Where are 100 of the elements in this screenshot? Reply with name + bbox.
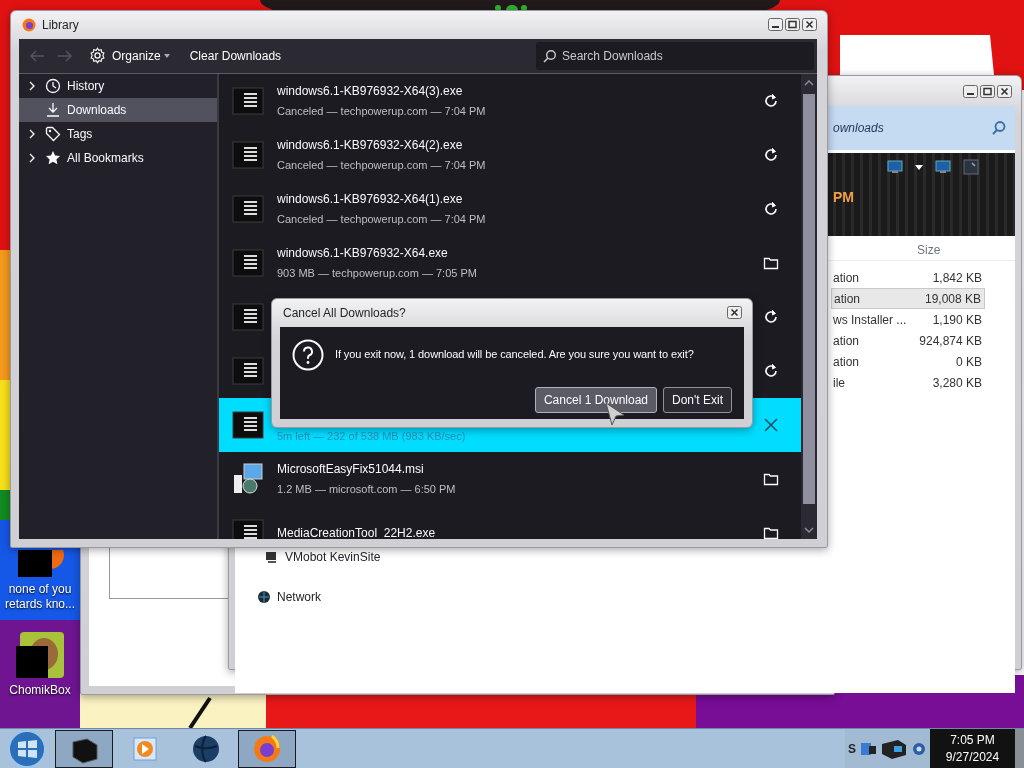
- caret-icon: [163, 53, 170, 58]
- cancel-icon[interactable]: [763, 417, 779, 433]
- download-row[interactable]: windows6.1-KB976932-X64(2).exe Canceled — techpowerup.com — 7:04 PM: [219, 128, 801, 182]
- file-row[interactable]: ation 19,008 KB: [831, 288, 985, 309]
- search-field[interactable]: Search Downloads: [536, 41, 814, 70]
- window-title: Library: [42, 16, 79, 34]
- monitor-icon[interactable]: [887, 160, 903, 174]
- scroll-down-icon[interactable]: [804, 527, 814, 533]
- maximize-button[interactable]: [785, 18, 800, 32]
- nav-item[interactable]: VMobot KevinSite: [285, 548, 381, 566]
- tag-icon: [45, 126, 61, 142]
- file-size: 1,190 KB: [932, 311, 982, 329]
- file-size: 0 KB: [956, 353, 982, 371]
- file-row[interactable]: ws Installer ... 1,190 KB: [831, 309, 985, 330]
- file-size: 1,842 KB: [932, 269, 982, 287]
- file-type: ation: [833, 269, 860, 287]
- dialog-title: Cancel All Downloads?: [282, 304, 406, 322]
- download-row[interactable]: windows6.1-KB976932-X64(1).exe Canceled — techpowerup.com — 7:04 PM: [219, 182, 801, 236]
- start-button[interactable]: [5, 729, 49, 768]
- file-name: MicrosoftEasyFix51044.msi: [277, 461, 425, 477]
- minimize-button[interactable]: [963, 84, 978, 98]
- folder-icon[interactable]: [763, 255, 779, 271]
- retry-icon[interactable]: [763, 363, 779, 379]
- clock-icon: [45, 78, 61, 94]
- network-icon: [257, 590, 271, 604]
- file-row[interactable]: ation 0 KB: [831, 351, 985, 372]
- taskbar-button[interactable]: [238, 729, 296, 768]
- file-row[interactable]: ation 1,842 KB: [831, 267, 985, 288]
- download-status: 903 MB — techpowerup.com — 7:05 PM: [277, 266, 478, 281]
- file-name: windows6.1-KB976932-X64(3).exe: [277, 83, 464, 99]
- monitor-icon[interactable]: [935, 160, 951, 174]
- file-row[interactable]: ation 924,874 KB: [831, 330, 985, 351]
- close-button[interactable]: [997, 84, 1012, 98]
- retry-icon[interactable]: [763, 147, 779, 163]
- download-row[interactable]: windows6.1-KB976932-X64.exe 903 MB — techpowerup.com — 7:05 PM: [219, 236, 801, 290]
- file-icon: [232, 195, 264, 223]
- file-icon: [232, 303, 264, 331]
- chevron-icon[interactable]: [28, 153, 36, 163]
- file-icon: [232, 141, 264, 169]
- file-type: ation: [833, 332, 860, 350]
- window-icon[interactable]: [963, 159, 979, 175]
- scrollbar-thumb[interactable]: [803, 94, 815, 504]
- file-type: ation: [833, 353, 860, 371]
- file-icon: [232, 249, 264, 277]
- clear-downloads-button[interactable]: Clear Downloads: [189, 46, 282, 65]
- speaker-icon[interactable]: [911, 740, 927, 757]
- dialog-button[interactable]: Cancel 1 Download: [534, 386, 657, 413]
- file-name: windows6.1-KB976932-X64.exe: [277, 245, 449, 261]
- sidebar-item[interactable]: All Bookmarks: [19, 146, 217, 170]
- chevron-icon[interactable]: [28, 129, 36, 139]
- nav-item[interactable]: Network: [277, 588, 321, 606]
- clock[interactable]: 7:05 PM 9/27/2024: [930, 729, 1015, 768]
- folder-icon[interactable]: [763, 471, 779, 487]
- file-type: ile: [833, 374, 845, 392]
- download-row[interactable]: MicrosoftEasyFix51044.msi 1.2 MB — microsoft.com — 6:50 PM: [219, 452, 801, 506]
- file-icon: [232, 87, 264, 115]
- retry-icon[interactable]: [763, 201, 779, 217]
- dialog-message: If you exit now, 1 download will be canceled. Are you sure you want to exit?: [335, 347, 694, 363]
- file-row[interactable]: ile 3,280 KB: [831, 372, 985, 393]
- download-status: Canceled — techpowerup.com — 7:04 PM: [277, 158, 487, 173]
- search-icon: [543, 48, 557, 63]
- question-icon: [291, 338, 324, 371]
- download-status: 1.2 MB — microsoft.com — 6:50 PM: [277, 482, 457, 497]
- file-icon: [232, 519, 264, 539]
- taskbar-button[interactable]: [55, 729, 113, 768]
- cursor-icon: [604, 402, 626, 428]
- address-bar[interactable]: ownloads: [827, 106, 1015, 150]
- close-button[interactable]: [802, 18, 817, 32]
- organize-menu[interactable]: Organize: [89, 46, 170, 65]
- sidebar-item[interactable]: Downloads: [19, 98, 217, 122]
- folder-icon[interactable]: [763, 525, 779, 539]
- sidebar-item[interactable]: History: [19, 74, 217, 98]
- download-row[interactable]: windows6.1-KB976932-X64(3).exe Canceled — techpowerup.com — 7:04 PM: [219, 74, 801, 128]
- star-icon: [45, 150, 61, 166]
- file-name: windows6.1-KB976932-X64(1).exe: [277, 191, 464, 207]
- retry-icon[interactable]: [763, 93, 779, 109]
- dialog-button[interactable]: Don't Exit: [663, 386, 732, 413]
- caret-icon[interactable]: [915, 164, 923, 170]
- download-row[interactable]: MediaCreationTool_22H2.exe: [219, 506, 801, 539]
- download-status: 5m left — 232 of 538 MB (983 KB/sec): [277, 429, 467, 444]
- chevron-icon[interactable]: [28, 81, 36, 91]
- scroll-up-icon[interactable]: [804, 80, 814, 86]
- maximize-button[interactable]: [980, 84, 995, 98]
- app-logo-icon: [22, 17, 36, 32]
- column-header[interactable]: Size: [917, 239, 941, 260]
- close-button[interactable]: [727, 306, 742, 320]
- file-type: ation: [834, 290, 861, 308]
- sidebar-item[interactable]: Tags: [19, 122, 217, 146]
- retry-icon[interactable]: [763, 309, 779, 325]
- file-size: 924,874 KB: [919, 332, 982, 350]
- search-icon[interactable]: [991, 120, 1007, 136]
- download-status: Canceled — techpowerup.com — 7:04 PM: [277, 212, 487, 227]
- clock-time: 7:05 PM: [950, 731, 995, 749]
- file-name: MediaCreationTool_22H2.exe: [277, 525, 437, 539]
- download-status: Canceled — techpowerup.com — 7:04 PM: [277, 104, 487, 119]
- download-icon: [45, 102, 61, 118]
- file-size: 19,008 KB: [924, 290, 981, 308]
- installer-icon: [232, 463, 264, 495]
- minimize-button[interactable]: [768, 18, 783, 32]
- file-icon: [232, 411, 264, 439]
